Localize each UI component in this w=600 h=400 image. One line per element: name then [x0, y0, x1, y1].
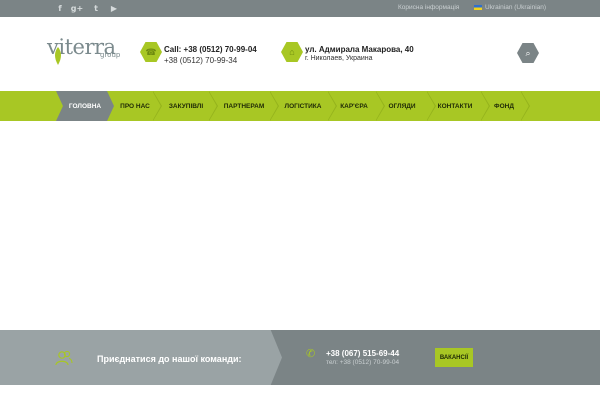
secondary-phone: +38 (0512) 70-99-34 [164, 56, 238, 65]
nav-separator [521, 91, 530, 121]
facebook-icon[interactable]: f [53, 0, 67, 17]
nav-separator [270, 91, 279, 121]
ukraine-flag-icon [474, 5, 482, 10]
nav-item-home[interactable]: Головна [56, 91, 114, 121]
top-bar: f g+ t ▶ Корисна інформація Ukrainian (U… [0, 0, 600, 17]
band-tel: тел: +38 (0512) 70-99-04 [326, 359, 400, 366]
home-icon: ⌂ [281, 42, 303, 62]
search-icon[interactable]: ⌕ [517, 43, 539, 63]
nav-item-partners[interactable]: Партнерам [218, 91, 270, 121]
join-team-text: Приєднатися до нашої команди: [97, 354, 242, 364]
nav-separator [209, 91, 218, 121]
language-label: Ukrainian (Ukrainian) [485, 4, 547, 11]
logo-sub-text: group [100, 51, 121, 59]
twitter-icon[interactable]: t [89, 0, 103, 17]
address-city: г. Николаев, Украина [305, 55, 373, 62]
nav-item-contacts[interactable]: Контакти [435, 91, 475, 121]
nav-item-reviews[interactable]: Огляди [384, 91, 420, 121]
site-header: viterra group ☎ Call: +38 (0512) 70-99-0… [0, 17, 600, 91]
nav-item-about[interactable]: Про нас [113, 91, 157, 121]
logo[interactable]: viterra group [47, 31, 125, 77]
nav-item-logistics[interactable]: Логістика [279, 91, 327, 121]
team-icon [55, 350, 73, 366]
google-plus-icon[interactable]: g+ [70, 0, 84, 17]
nav-item-career[interactable]: Кар'єра [336, 91, 372, 121]
youtube-icon[interactable]: ▶ [107, 0, 121, 17]
nav-separator [153, 91, 162, 121]
nav-item-purchases[interactable]: Закупівлі [162, 91, 210, 121]
bottom-strip [0, 385, 600, 400]
language-selector[interactable]: Ukrainian (Ukrainian) [474, 4, 546, 11]
leaf-icon [55, 47, 61, 65]
vacancies-button[interactable]: ВАКАНСІЇ [435, 348, 473, 367]
useful-info-link[interactable]: Корисна інформація [398, 4, 459, 11]
band-phone: +38 (067) 515-69-44 [326, 349, 400, 358]
phone-icon: ☎ [140, 42, 162, 62]
join-team-band: Приєднатися до нашої команди: ✆ +38 (067… [0, 330, 600, 385]
nav-item-fund[interactable]: Фонд [489, 91, 519, 121]
primary-phone: Call: +38 (0512) 70-99-04 [164, 45, 257, 54]
address-street: ул. Адмирала Макарова, 40 [305, 45, 414, 54]
main-navigation: Головна Про нас Закупівлі Партнерам Логі… [0, 91, 600, 121]
phone-icon: ✆ [306, 348, 316, 360]
